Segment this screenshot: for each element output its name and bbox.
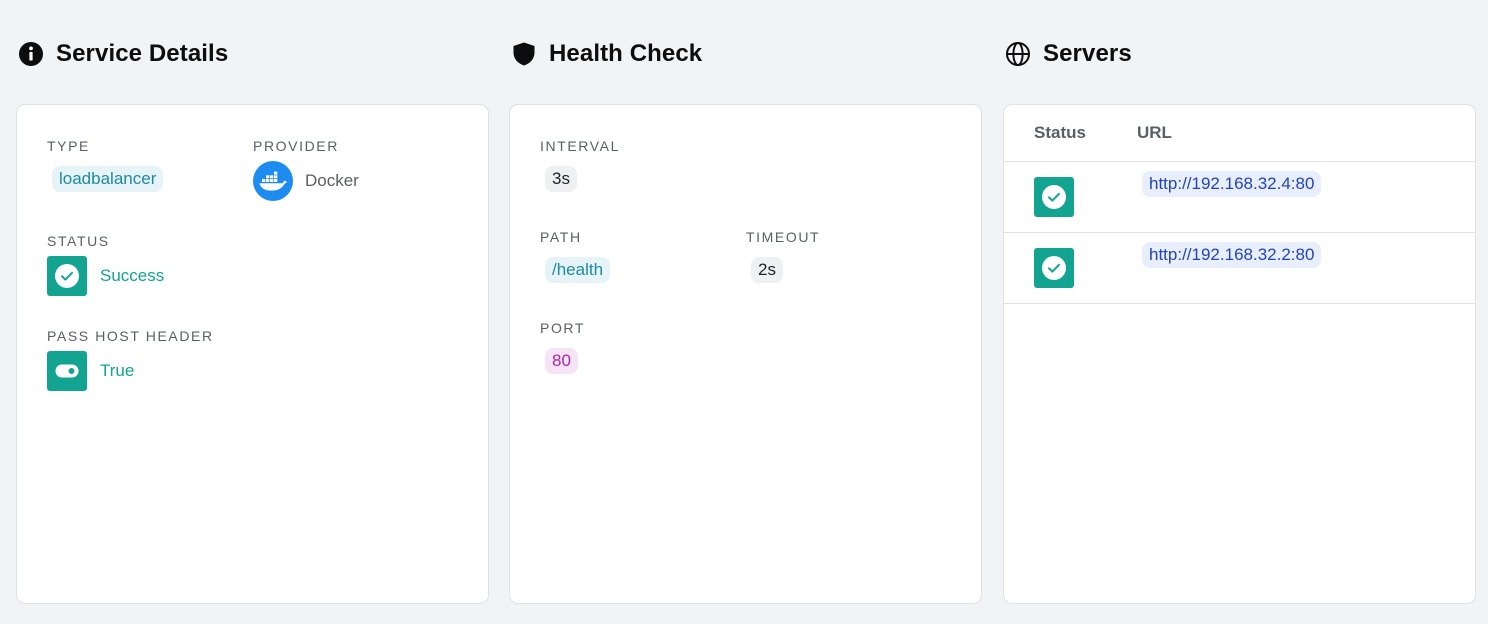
table-row[interactable]: http://192.168.32.4:80 xyxy=(1004,162,1475,233)
port-label: PORT xyxy=(540,320,586,336)
provider-label: PROVIDER xyxy=(253,138,339,154)
status-field: STATUS Success xyxy=(47,233,164,296)
servers-table-header: Status URL xyxy=(1004,105,1475,162)
interval-value-chip: 3s xyxy=(545,166,577,192)
provider-value: Docker xyxy=(305,171,359,190)
health-check-title: Health Check xyxy=(549,40,703,67)
service-details-card: TYPE loadbalancer PROVIDER Docker STATUS… xyxy=(16,104,489,604)
interval-label: INTERVAL xyxy=(540,138,620,154)
service-details-header: Service Details xyxy=(18,38,228,70)
pass-host-header-value: True xyxy=(100,361,135,380)
health-check-header: Health Check xyxy=(511,38,702,70)
check-circle-icon xyxy=(47,256,87,296)
type-label: TYPE xyxy=(47,138,90,154)
info-icon xyxy=(18,41,44,67)
pass-host-header-label: PASS HOST HEADER xyxy=(47,328,214,344)
path-label: PATH xyxy=(540,229,582,245)
timeout-value-chip: 2s xyxy=(751,257,783,283)
servers-header: Servers xyxy=(1005,38,1132,70)
status-label: STATUS xyxy=(47,233,110,249)
type-value-chip: loadbalancer xyxy=(52,166,164,192)
timeout-label: TIMEOUT xyxy=(746,229,821,245)
globe-icon xyxy=(1005,41,1031,67)
type-field: TYPE loadbalancer xyxy=(47,138,164,192)
port-field: PORT 80 xyxy=(540,320,585,374)
health-check-card: INTERVAL 3s PATH /health TIMEOUT 2s PORT… xyxy=(509,104,982,604)
interval-field: INTERVAL 3s xyxy=(540,138,620,192)
server-url[interactable]: http://192.168.32.4:80 xyxy=(1142,171,1322,197)
path-value-chip: /health xyxy=(545,257,611,283)
path-field: PATH /health xyxy=(540,229,611,283)
port-value-chip: 80 xyxy=(545,348,578,374)
column-header-status[interactable]: Status xyxy=(1034,123,1086,143)
servers-title: Servers xyxy=(1043,40,1132,67)
timeout-field: TIMEOUT 2s xyxy=(746,229,820,283)
docker-icon xyxy=(253,161,293,201)
status-value: Success xyxy=(100,266,165,285)
check-circle-icon xyxy=(1034,177,1074,217)
table-row[interactable]: http://192.168.32.2:80 xyxy=(1004,233,1475,304)
shield-icon xyxy=(511,41,537,67)
provider-field: PROVIDER Docker xyxy=(253,138,359,201)
toggle-on-icon xyxy=(47,351,87,391)
column-header-url[interactable]: URL xyxy=(1137,123,1172,143)
server-url[interactable]: http://192.168.32.2:80 xyxy=(1142,242,1322,268)
pass-host-header-field: PASS HOST HEADER True xyxy=(47,328,214,391)
servers-card: Status URL http://192.168.32.4:80 http:/… xyxy=(1003,104,1476,604)
check-circle-icon xyxy=(1034,248,1074,288)
service-details-title: Service Details xyxy=(56,40,229,67)
